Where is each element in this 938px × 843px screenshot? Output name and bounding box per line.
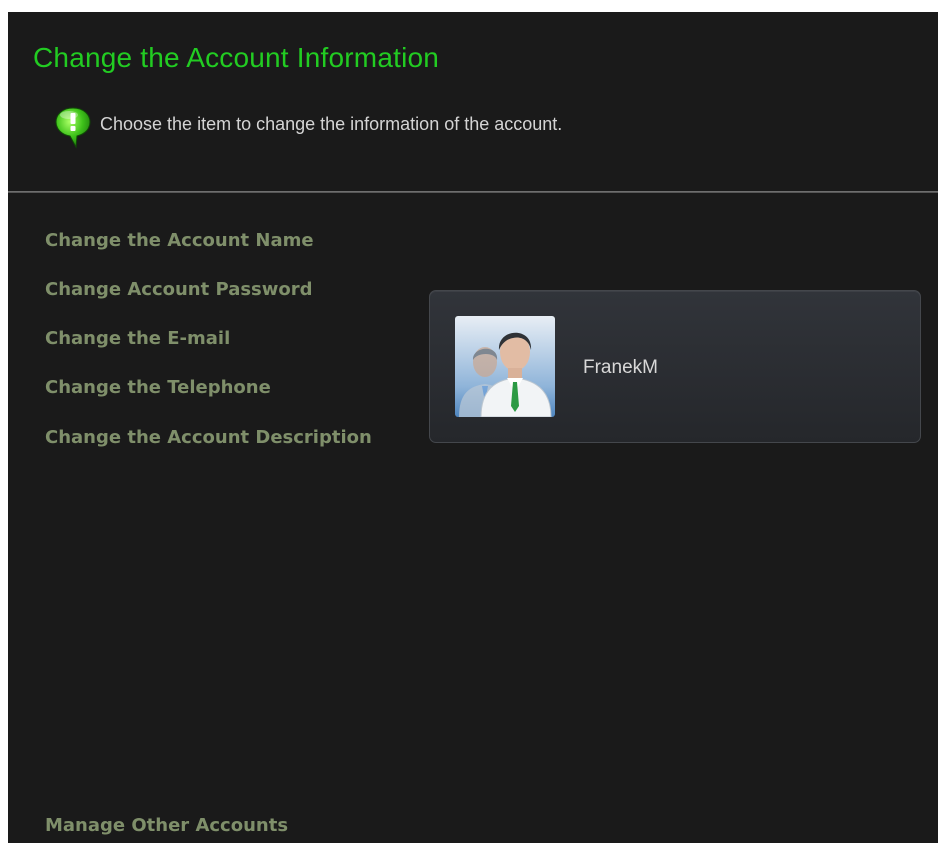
change-telephone-link[interactable]: Change the Telephone [45, 377, 271, 398]
page-title: Change the Account Information [33, 42, 440, 73]
user-accounts-icon [459, 332, 552, 417]
avatar [455, 316, 555, 417]
account-username: FranekM [583, 357, 658, 378]
change-description-link[interactable]: Change the Account Description [45, 427, 372, 448]
header: Change the Account Information Choose th… [8, 12, 938, 192]
change-password-link[interactable]: Change Account Password [45, 279, 313, 300]
header-divider [8, 191, 938, 193]
info-text: Choose the item to change the informatio… [100, 113, 563, 134]
account-card: FranekM [429, 290, 921, 443]
account-window: Change the Account Information Choose th… [8, 12, 938, 843]
manage-other-accounts-link[interactable]: Manage Other Accounts [45, 815, 288, 836]
info-bubble-icon [55, 107, 91, 149]
info-row: Choose the item to change the informatio… [54, 96, 562, 152]
change-account-name-link[interactable]: Change the Account Name [45, 230, 314, 251]
change-email-link[interactable]: Change the E-mail [45, 328, 230, 349]
